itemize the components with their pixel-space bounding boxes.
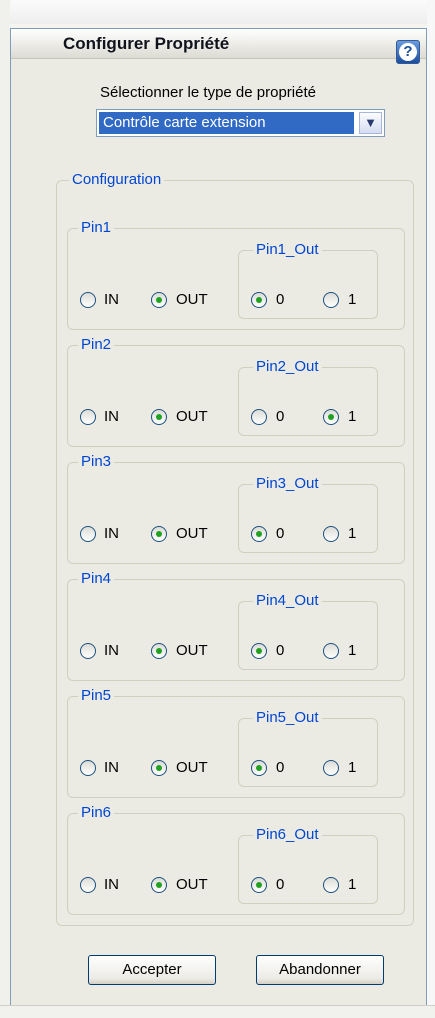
property-type-value: Contrôle carte extension [99,112,354,134]
radio-zero-label: 0 [276,876,285,893]
pin-out-title: Pin1_Out [253,241,322,259]
radio-out[interactable] [151,409,167,425]
question-mark-glyph: ? [399,43,417,61]
background-strip-left [0,0,10,1017]
background-strip-right [427,0,435,1017]
cancel-button[interactable]: Abandonner [256,955,384,985]
pin-group: Pin3 IN OUT Pin3_Out 0 1 [67,453,405,564]
radio-zero[interactable] [251,760,267,776]
pin-out-group: Pin1_Out 0 1 [238,241,378,319]
pin-group: Pin4 IN OUT Pin4_Out 0 1 [67,570,405,681]
chevron-down-icon[interactable]: ▼ [359,112,382,134]
pin-group: Pin6 IN OUT Pin6_Out 0 1 [67,804,405,915]
help-icon[interactable]: ? [396,40,420,64]
pin-title: Pin1 [78,219,115,237]
pin-out-group: Pin6_Out 0 1 [238,826,378,904]
background-strip-top [0,0,435,24]
pin-out-group: Pin4_Out 0 1 [238,592,378,670]
pin-title: Pin5 [78,687,115,705]
radio-one-label: 1 [348,291,357,308]
radio-out-label: OUT [176,759,208,776]
bottom-bar [0,1005,435,1018]
radio-out-label: OUT [176,642,208,659]
radio-in[interactable] [80,409,96,425]
radio-out[interactable] [151,760,167,776]
radio-one[interactable] [323,526,339,542]
radio-one-label: 1 [348,408,357,425]
radio-in-label: IN [104,759,119,776]
radio-in[interactable] [80,643,96,659]
radio-zero-label: 0 [276,408,285,425]
radio-in-label: IN [104,525,119,542]
pin-title: Pin3 [78,453,115,471]
pin-out-title: Pin4_Out [253,592,322,610]
radio-one-label: 1 [348,759,357,776]
pin-group: Pin2 IN OUT Pin2_Out 0 1 [67,336,405,447]
radio-out-label: OUT [176,291,208,308]
pin-out-group: Pin2_Out 0 1 [238,358,378,436]
radio-out-label: OUT [176,408,208,425]
radio-one[interactable] [323,877,339,893]
dialog-title: Configurer Propriété [63,34,230,53]
pin-out-title: Pin6_Out [253,826,322,844]
radio-in[interactable] [80,292,96,308]
pin-group: Pin5 IN OUT Pin5_Out 0 1 [67,687,405,798]
radio-in-label: IN [104,642,119,659]
radio-in[interactable] [80,760,96,776]
dialog-titlebar[interactable]: Configurer Propriété [11,29,426,59]
radio-one[interactable] [323,292,339,308]
radio-zero[interactable] [251,877,267,893]
radio-one[interactable] [323,760,339,776]
accept-button[interactable]: Accepter [88,955,216,985]
radio-zero[interactable] [251,292,267,308]
radio-out[interactable] [151,877,167,893]
radio-zero[interactable] [251,409,267,425]
radio-zero-label: 0 [276,291,285,308]
radio-in-label: IN [104,291,119,308]
radio-out-label: OUT [176,525,208,542]
pin-title: Pin6 [78,804,115,822]
radio-zero[interactable] [251,643,267,659]
radio-zero-label: 0 [276,642,285,659]
property-type-select[interactable]: Contrôle carte extension ▼ [96,109,385,137]
radio-out[interactable] [151,526,167,542]
radio-out[interactable] [151,643,167,659]
pin-title: Pin4 [78,570,115,588]
configuration-title: Configuration [69,171,165,189]
radio-in-label: IN [104,408,119,425]
radio-zero-label: 0 [276,525,285,542]
pin-out-title: Pin3_Out [253,475,322,493]
radio-one[interactable] [323,643,339,659]
radio-one-label: 1 [348,642,357,659]
radio-zero[interactable] [251,526,267,542]
pin-out-group: Pin5_Out 0 1 [238,709,378,787]
radio-one-label: 1 [348,525,357,542]
pin-out-group: Pin3_Out 0 1 [238,475,378,553]
pin-group: Pin1 IN OUT Pin1_Out 0 1 [67,219,405,330]
radio-in[interactable] [80,877,96,893]
radio-in[interactable] [80,526,96,542]
radio-zero-label: 0 [276,759,285,776]
pin-out-title: Pin5_Out [253,709,322,727]
radio-in-label: IN [104,876,119,893]
pin-title: Pin2 [78,336,115,354]
radio-out-label: OUT [176,876,208,893]
radio-one[interactable] [323,409,339,425]
radio-out[interactable] [151,292,167,308]
radio-one-label: 1 [348,876,357,893]
pin-out-title: Pin2_Out [253,358,322,376]
property-type-label: Sélectionner le type de propriété [100,84,316,101]
